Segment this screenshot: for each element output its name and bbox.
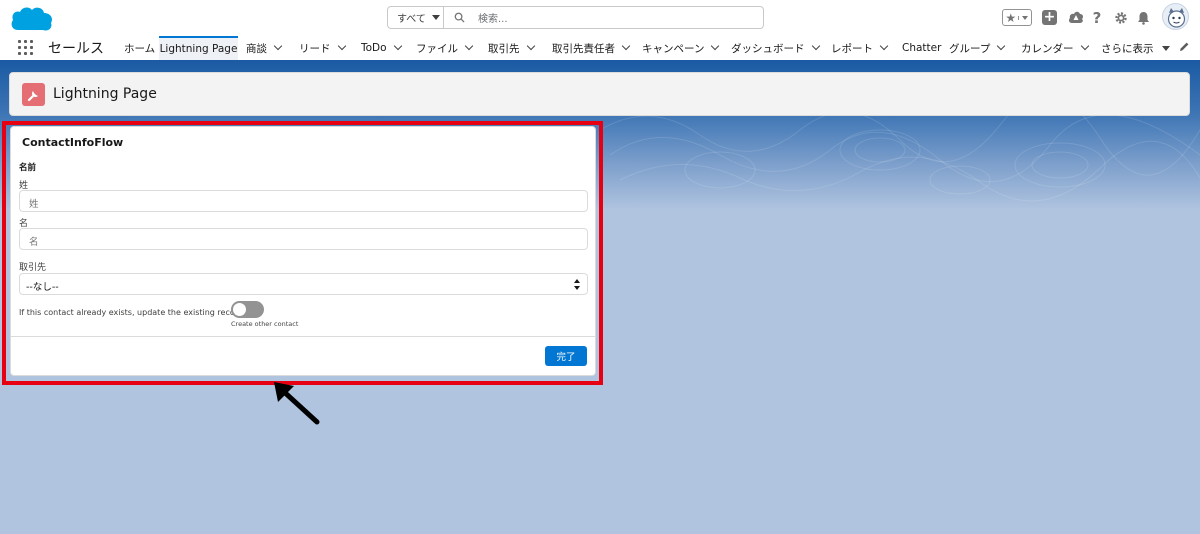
page-header: Lightning Page (9, 72, 1190, 116)
annotation-arrow-icon (274, 382, 320, 425)
nav-item-groups[interactable]: グループ (949, 36, 1006, 60)
nav-item-opportunities[interactable]: 商談 (246, 36, 283, 60)
chevron-down-icon[interactable] (997, 41, 1006, 51)
last-name-placeholder: 姓 (29, 199, 39, 210)
first-name-input[interactable]: 名 (19, 228, 588, 250)
notifications-bell-icon[interactable] (1136, 8, 1150, 28)
nav-item-label: ホーム (124, 42, 156, 55)
nav-item-label: 商談 (246, 42, 267, 55)
update-existing-label: If this contact already exists, update t… (19, 308, 246, 317)
nav-item-todo[interactable]: ToDo (361, 36, 402, 60)
nav-item-label: ダッシュボード (731, 42, 805, 55)
setup-gear-icon[interactable] (1113, 8, 1129, 28)
star-icon[interactable]: ★ (1003, 11, 1018, 25)
nav-item-contacts[interactable]: 取引先責任者 (552, 36, 631, 60)
nav-item-files[interactable]: ファイル (416, 36, 474, 60)
flow-title: ContactInfoFlow (22, 136, 124, 149)
edit-nav-pencil-icon[interactable] (1178, 41, 1190, 53)
done-button[interactable]: 完了 (545, 346, 587, 366)
nav-item-label: カレンダー (1021, 42, 1074, 55)
nav-item-accounts[interactable]: 取引先 (488, 36, 535, 60)
flow-card: ContactInfoFlow 名前 姓 姓 名 名 取引先 --なし-- If… (10, 126, 596, 376)
caret-down-icon (1161, 45, 1170, 51)
chevron-down-icon[interactable] (1080, 41, 1089, 51)
favorites-menu-icon[interactable] (1018, 15, 1031, 20)
nav-item-dashboards[interactable]: ダッシュボード (731, 36, 820, 60)
chevron-down-icon[interactable] (273, 41, 283, 51)
chevron-down-icon[interactable] (526, 41, 535, 51)
search-placeholder: 検索... (478, 14, 508, 25)
chevron-down-icon[interactable] (337, 41, 346, 51)
account-select-value: --なし-- (26, 282, 59, 293)
nav-item-label: Lightning Page (159, 43, 238, 55)
nav-more-menu[interactable]: さらに表示 (1101, 36, 1170, 60)
lightning-page-icon (22, 83, 45, 106)
global-search[interactable]: すべて 検索... (387, 6, 764, 29)
nav-item-campaigns[interactable]: キャンペーン (642, 36, 720, 60)
favorites-button[interactable]: ★ (1002, 9, 1032, 26)
nav-item-label: 取引先責任者 (552, 42, 615, 55)
nav-item-reports[interactable]: レポート (831, 36, 889, 60)
nav-item-leads[interactable]: リード (299, 36, 346, 60)
app-name: セールス (48, 41, 104, 57)
nav-item-label: さらに表示 (1101, 42, 1154, 55)
nav-item-label: ファイル (416, 42, 458, 55)
search-input[interactable]: 検索... (444, 7, 763, 28)
update-existing-toggle[interactable] (231, 301, 264, 318)
nav-item-label: ToDo (361, 42, 387, 54)
global-header: すべて 検索... ★ + ? (0, 0, 1200, 36)
app-launcher-icon[interactable] (18, 40, 33, 55)
page-title: Lightning Page (53, 86, 157, 102)
first-name-placeholder: 名 (29, 237, 39, 248)
flow-footer: 完了 (11, 336, 595, 376)
last-name-input[interactable]: 姓 (19, 190, 588, 212)
account-label: 取引先 (19, 263, 47, 273)
search-scope-select[interactable]: すべて (388, 7, 444, 28)
select-arrows-icon (574, 279, 580, 293)
trailhead-icon[interactable] (1067, 8, 1085, 28)
nav-item-home[interactable]: ホーム (124, 36, 155, 60)
chevron-down-icon[interactable] (711, 41, 720, 51)
nav-item-lightning-page[interactable]: Lightning Page (159, 36, 238, 60)
global-actions-plus-icon[interactable]: + (1042, 10, 1057, 25)
chevron-down-icon[interactable] (811, 41, 820, 51)
chevron-down-icon[interactable] (464, 41, 474, 51)
chevron-down-icon[interactable] (621, 41, 631, 51)
user-avatar[interactable] (1162, 3, 1189, 30)
nav-item-calendar[interactable]: カレンダー (1021, 36, 1089, 60)
name-section-label: 名前 (19, 163, 37, 173)
chevron-down-icon[interactable] (393, 41, 402, 51)
search-icon (454, 12, 465, 23)
nav-item-label: 取引先 (488, 42, 520, 55)
search-scope-label: すべて (397, 14, 426, 25)
caret-down-icon (431, 15, 440, 20)
nav-item-label: キャンペーン (642, 42, 705, 55)
account-select[interactable]: --なし-- (19, 273, 588, 295)
nav-item-label: グループ (949, 42, 991, 55)
nav-item-label: レポート (831, 42, 873, 55)
nav-item-label: Chatter (902, 42, 942, 54)
toggle-state-label: Create other contact (231, 320, 299, 328)
app-navigation-bar: セールス ホーム Lightning Page 商談 リード ToDo ファイル… (0, 36, 1200, 60)
chevron-down-icon[interactable] (879, 41, 889, 51)
help-icon[interactable]: ? (1090, 8, 1104, 28)
nav-item-chatter[interactable]: Chatter (902, 36, 941, 60)
salesforce-logo-icon[interactable] (10, 4, 54, 34)
nav-item-label: リード (299, 42, 331, 55)
